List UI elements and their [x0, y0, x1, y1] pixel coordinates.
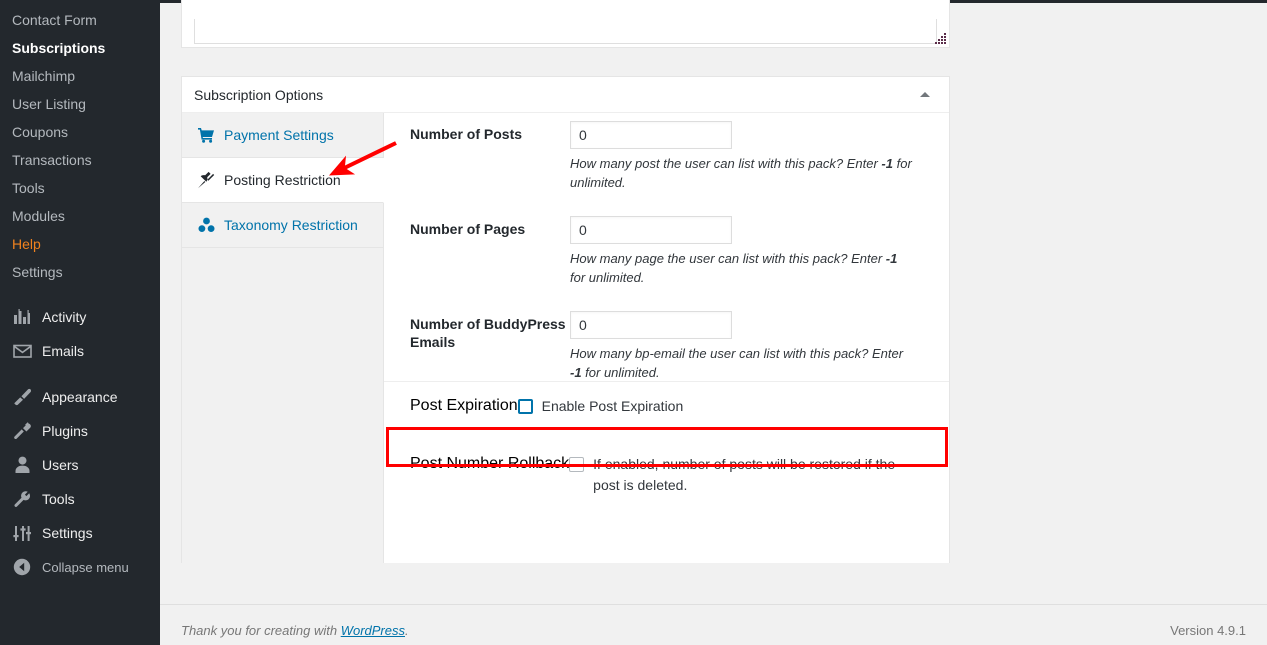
wordpress-admin-screen: Contact Form Subscriptions Mailchimp Use… — [0, 0, 1267, 645]
number-of-pages-input[interactable] — [570, 216, 732, 244]
triangle-up-icon — [920, 92, 930, 97]
field-label: Number of BuddyPress Emails — [410, 316, 566, 350]
post-number-rollback-checkbox[interactable] — [569, 457, 585, 472]
submenu-item-contact-form[interactable]: Contact Form — [0, 6, 160, 34]
checkbox-label[interactable]: Enable Post Expiration — [542, 396, 684, 417]
admin-footer: Thank you for creating with WordPress. V… — [160, 604, 1267, 645]
textarea-resize-grip[interactable] — [935, 33, 947, 45]
sidebar-item-emails[interactable]: Emails — [0, 334, 160, 368]
submenu-item-transactions[interactable]: Transactions — [0, 146, 160, 174]
subscriptions-submenu: Contact Form Subscriptions Mailchimp Use… — [0, 0, 160, 286]
submenu-item-user-listing[interactable]: User Listing — [0, 90, 160, 118]
submenu-item-help[interactable]: Help — [0, 230, 160, 258]
field-row-post-number-rollback: Post Number Rollback If enabled, number … — [384, 440, 949, 516]
submenu-item-coupons[interactable]: Coupons — [0, 118, 160, 146]
sidebar-item-users[interactable]: Users — [0, 448, 160, 482]
sidebar-item-label: Plugins — [42, 423, 88, 439]
posting-restriction-form: Number of Posts How many post the user c… — [384, 113, 949, 563]
submenu-item-subscriptions[interactable]: Subscriptions — [0, 34, 160, 62]
checkbox-label[interactable]: If enabled, number of posts will be rest… — [593, 454, 919, 496]
tab-taxonomy-restriction[interactable]: Taxonomy Restriction — [182, 203, 383, 248]
buddypress-emails-input[interactable] — [570, 311, 732, 339]
activity-chart-icon — [11, 307, 33, 327]
tab-label: Taxonomy Restriction — [224, 217, 358, 233]
sidebar-item-label: Activity — [42, 309, 87, 325]
sidebar-item-plugins[interactable]: Plugins — [0, 414, 160, 448]
subscription-options-postbox: Subscription Options Payment Settings Po… — [181, 76, 950, 563]
sliders-icon — [11, 523, 33, 543]
submenu-item-settings[interactable]: Settings — [0, 258, 160, 286]
number-of-posts-input[interactable] — [570, 121, 732, 149]
footer-version: Version 4.9.1 — [1170, 623, 1246, 638]
field-row-buddypress-emails: Number of BuddyPress Emails How many bp-… — [384, 303, 949, 381]
field-description: How many page the user can list with thi… — [570, 251, 898, 285]
submenu-item-mailchimp[interactable]: Mailchimp — [0, 62, 160, 90]
submenu-item-tools[interactable]: Tools — [0, 174, 160, 202]
sidebar-item-appearance[interactable]: Appearance — [0, 380, 160, 414]
description-textarea[interactable] — [194, 19, 937, 44]
sidebar-separator-2 — [0, 368, 160, 380]
postbox-header: Subscription Options — [182, 77, 949, 113]
tab-payment-settings[interactable]: Payment Settings — [182, 113, 383, 158]
admin-content: Subscription Options Payment Settings Po… — [160, 0, 1267, 645]
sidebar-item-label: Emails — [42, 343, 85, 359]
paintbrush-icon — [11, 387, 33, 407]
sidebar-item-label: Users — [42, 457, 79, 473]
field-row-post-expiration: Post Expiration Enable Post Expiration — [384, 382, 949, 440]
shopping-cart-icon — [196, 127, 216, 143]
wrench-icon — [11, 489, 33, 509]
tab-label: Posting Restriction — [224, 172, 341, 188]
wordpress-link[interactable]: WordPress — [341, 623, 405, 638]
sidebar-item-settings[interactable]: Settings — [0, 516, 160, 550]
field-label: Number of Pages — [410, 221, 526, 237]
options-tab-list: Payment Settings Posting Restriction Tax… — [182, 113, 384, 563]
admin-sidebar: Contact Form Subscriptions Mailchimp Use… — [0, 0, 160, 645]
previous-metabox-partial — [181, 0, 950, 48]
footer-thankyou: Thank you for creating with WordPress. — [181, 623, 409, 638]
sidebar-item-label: Settings — [42, 525, 93, 541]
field-label: Number of Posts — [410, 126, 523, 142]
sidebar-item-tools[interactable]: Tools — [0, 482, 160, 516]
user-icon — [11, 455, 33, 475]
field-label: Post Expiration — [410, 397, 518, 414]
collapse-menu-label: Collapse menu — [42, 559, 129, 575]
collapse-menu-button[interactable]: Collapse menu — [0, 550, 160, 584]
sidebar-item-activity[interactable]: Activity — [0, 300, 160, 334]
field-row-number-of-posts: Number of Posts How many post the user c… — [384, 113, 949, 208]
sidebar-separator-1 — [0, 286, 160, 300]
tab-label: Payment Settings — [224, 127, 334, 143]
postbox-toggle-button[interactable] — [907, 77, 943, 112]
field-row-number-of-pages: Number of Pages How many page the user c… — [384, 208, 949, 303]
envelope-icon — [11, 341, 33, 361]
plug-icon — [11, 421, 33, 441]
taxonomy-dots-icon — [196, 217, 216, 233]
pushpin-icon — [196, 171, 216, 189]
field-label: Post Number Rollback — [410, 455, 570, 472]
sidebar-item-label: Tools — [42, 491, 75, 507]
submenu-item-modules[interactable]: Modules — [0, 202, 160, 230]
sidebar-item-label: Appearance — [42, 389, 118, 405]
postbox-body: Payment Settings Posting Restriction Tax… — [182, 113, 949, 563]
field-description: How many post the user can list with thi… — [570, 156, 912, 190]
circle-left-arrow-icon — [11, 557, 33, 577]
enable-post-expiration-checkbox[interactable] — [517, 399, 533, 414]
page-title: Subscription Options — [194, 86, 324, 103]
field-description: How many bp-email the user can list with… — [570, 346, 904, 380]
tab-posting-restriction[interactable]: Posting Restriction — [182, 158, 384, 203]
